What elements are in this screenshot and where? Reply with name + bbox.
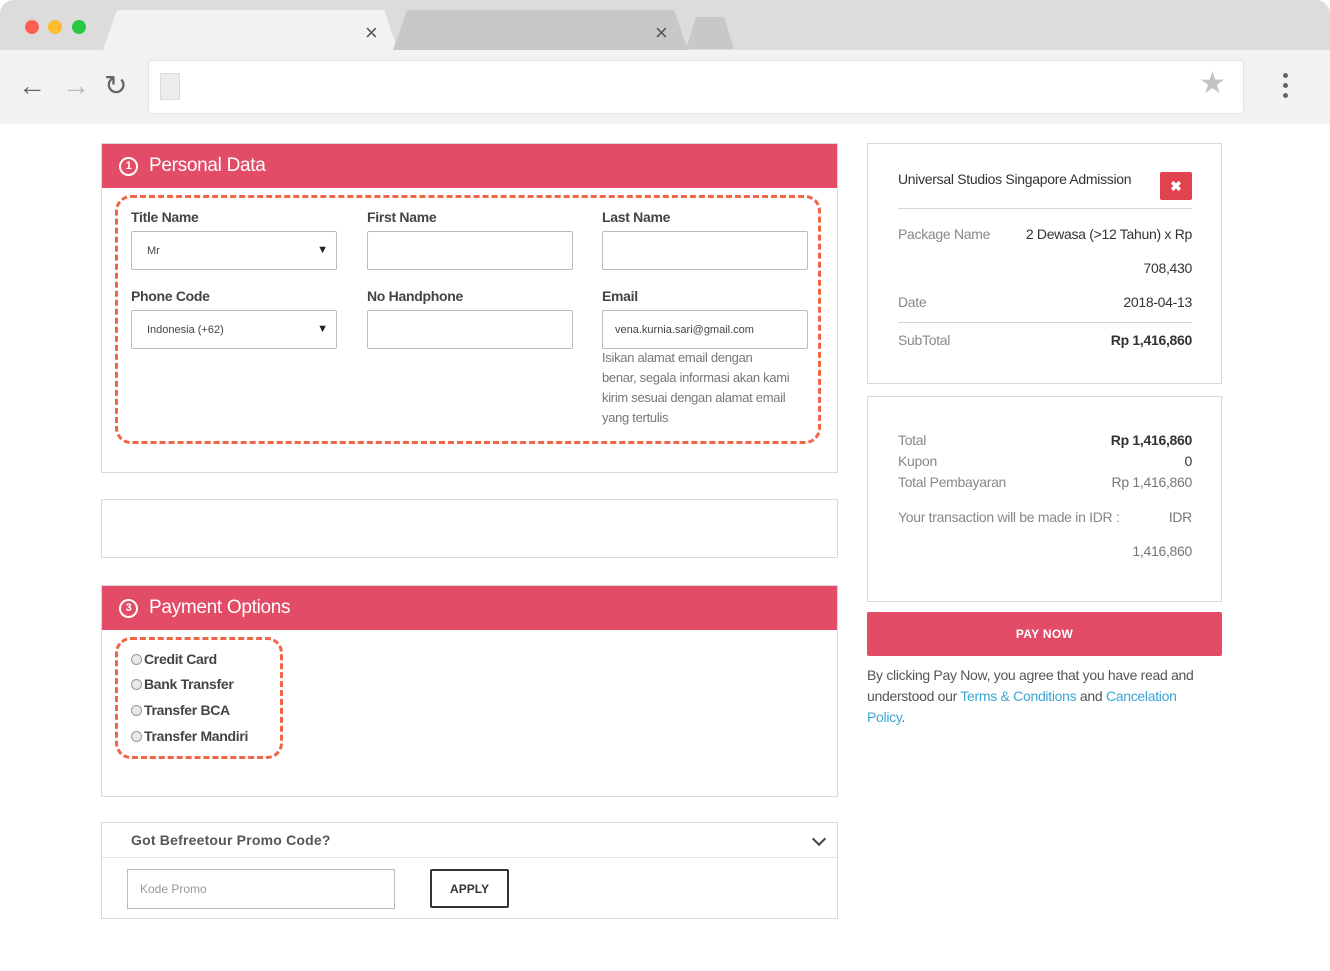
phone-code-value: Indonesia (+62) xyxy=(147,323,224,336)
agreement-text: By clicking Pay Now, you agree that you … xyxy=(867,665,1212,728)
divider xyxy=(898,208,1192,209)
date-value: 2018-04-13 xyxy=(1123,294,1192,310)
maximize-window-button[interactable] xyxy=(72,20,86,34)
help-line: benar, segala informasi akan kami xyxy=(602,370,790,385)
panel-title: Personal Data xyxy=(149,155,266,176)
step-number: 1 xyxy=(119,156,138,176)
chevron-down-icon: ▼ xyxy=(317,244,328,256)
promo-title[interactable]: Got Befreetour Promo Code? xyxy=(131,832,331,848)
browser-menu-icon[interactable] xyxy=(1278,73,1292,103)
email-label: Email xyxy=(602,288,638,304)
divider xyxy=(898,322,1192,323)
option-label: Transfer BCA xyxy=(144,702,230,718)
option-label: Credit Card xyxy=(144,651,217,667)
total-label: Total xyxy=(898,432,927,448)
total-value: Rp 1,416,860 xyxy=(1110,432,1193,448)
package-label: Package Name xyxy=(898,226,991,242)
agreement-and: and xyxy=(1076,688,1106,704)
handphone-input[interactable] xyxy=(367,310,573,349)
last-name-input[interactable] xyxy=(602,231,808,270)
payment-option-bank-transfer[interactable]: Bank Transfer xyxy=(131,676,234,692)
browser-chrome: × × ← → ↻ ★ xyxy=(0,0,1330,124)
option-label: Transfer Mandiri xyxy=(144,728,249,744)
collapsed-section xyxy=(101,499,838,558)
subtotal-value: Rp 1,416,860 xyxy=(1110,332,1193,348)
kupon-label: Kupon xyxy=(898,453,937,469)
option-label: Bank Transfer xyxy=(144,676,234,692)
totals-panel xyxy=(867,396,1222,602)
forward-icon[interactable]: → xyxy=(62,72,90,100)
currency-note: Your transaction will be made in IDR : xyxy=(898,509,1120,525)
minimize-window-button[interactable] xyxy=(48,20,62,34)
subtotal-label: SubTotal xyxy=(898,332,951,348)
new-tab-button[interactable] xyxy=(686,17,734,49)
phone-code-select[interactable]: Indonesia (+62) ▼ xyxy=(131,310,337,349)
page-icon xyxy=(160,73,180,100)
total-pembayaran-value: Rp 1,416,860 xyxy=(1111,474,1193,490)
package-value: 2 Dewasa (>12 Tahun) x Rp xyxy=(1025,226,1192,242)
currency-code: IDR xyxy=(1168,509,1193,525)
back-icon[interactable]: ← xyxy=(18,72,46,100)
handphone-label: No Handphone xyxy=(367,288,463,304)
idr-amount: 1,416,860 xyxy=(1132,543,1192,559)
help-line: kirim sesuai dengan alamat email xyxy=(602,390,786,405)
first-name-input[interactable] xyxy=(367,231,573,270)
agreement-suffix: . xyxy=(901,709,906,725)
last-name-label: Last Name xyxy=(602,209,671,225)
package-price: 708,430 xyxy=(1143,260,1192,276)
radio-button[interactable] xyxy=(131,678,142,690)
radio-button[interactable] xyxy=(131,653,142,665)
radio-button[interactable] xyxy=(131,704,142,716)
pay-now-button[interactable]: PAY NOW xyxy=(867,612,1222,656)
tab-close-icon[interactable]: × xyxy=(655,22,668,44)
chevron-down-icon: ▼ xyxy=(317,323,328,335)
divider xyxy=(102,857,837,858)
payment-options-header: 3 Payment Options xyxy=(102,586,837,630)
step-number: 3 xyxy=(119,598,138,618)
terms-link[interactable]: Terms & Conditions xyxy=(960,688,1076,704)
total-pembayaran-label: Total Pembayaran xyxy=(898,474,1007,490)
panel-title: Payment Options xyxy=(149,597,291,618)
phone-code-label: Phone Code xyxy=(131,288,210,304)
browser-tab-active[interactable] xyxy=(103,10,398,50)
first-name-label: First Name xyxy=(367,209,437,225)
help-line: yang tertulis xyxy=(602,410,669,425)
payment-option-transfer-bca[interactable]: Transfer BCA xyxy=(131,702,230,718)
address-bar[interactable] xyxy=(148,60,1244,114)
tab-close-icon[interactable]: × xyxy=(365,22,378,44)
browser-tab-inactive[interactable] xyxy=(393,10,688,50)
email-input[interactable]: vena.kurnia.sari@gmail.com xyxy=(602,310,808,349)
title-name-select[interactable]: Mr ▼ xyxy=(131,231,337,270)
title-name-label: Title Name xyxy=(131,209,199,225)
payment-option-credit-card[interactable]: Credit Card xyxy=(131,651,217,667)
product-title: Universal Studios Singapore Admission xyxy=(898,171,1132,187)
personal-data-header: 1 Personal Data xyxy=(102,144,837,188)
bookmark-star-icon[interactable]: ★ xyxy=(1199,69,1226,99)
help-line: Isikan alamat email dengan xyxy=(602,350,753,365)
kupon-value: 0 xyxy=(1184,453,1193,469)
title-name-value: Mr xyxy=(147,244,160,257)
remove-item-button[interactable]: ✖ xyxy=(1160,172,1192,200)
promo-code-input[interactable]: Kode Promo xyxy=(127,869,395,909)
radio-button[interactable] xyxy=(131,730,142,742)
apply-button[interactable]: APPLY xyxy=(430,869,509,908)
reload-icon[interactable]: ↻ xyxy=(104,72,127,100)
payment-option-transfer-mandiri[interactable]: Transfer Mandiri xyxy=(131,728,248,744)
close-window-button[interactable] xyxy=(25,20,39,34)
date-label: Date xyxy=(898,294,927,310)
email-help-text: Isikan alamat email dengan benar, segala… xyxy=(602,348,817,428)
